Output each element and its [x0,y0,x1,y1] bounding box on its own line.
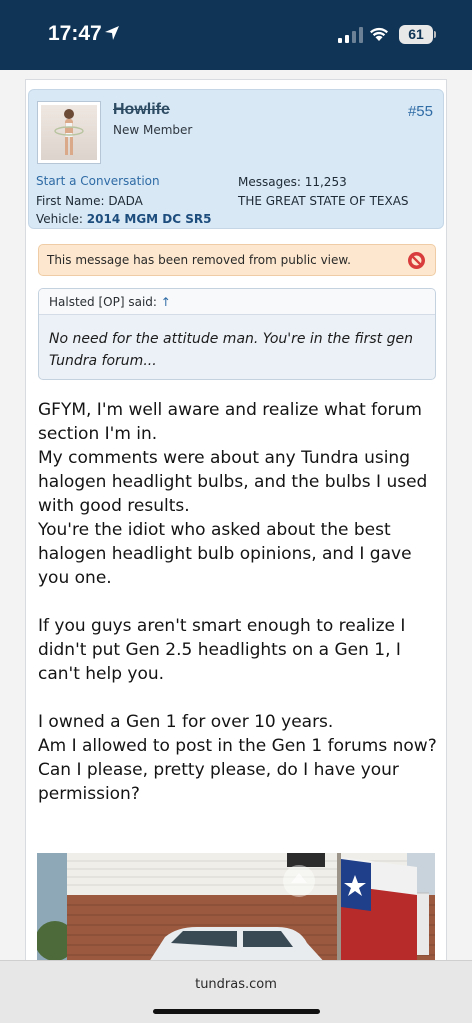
message-body: GFYM, I'm well aware and realize what fo… [38,398,438,806]
quote-text: No need for the attitude man. You're in … [49,331,413,369]
removed-message-notice: This message has been removed from publi… [38,244,436,276]
first-name-label: First Name: [36,194,105,208]
battery-icon: 61 [399,25,433,44]
location-arrow-icon [105,26,119,40]
status-time: 17:47 [48,22,102,45]
messages-value: 11,253 [304,175,347,189]
message-line: My comments were about any Tundra using … [38,448,428,516]
cellular-signal-icon [338,27,363,43]
message-line: You're the idiot who asked about the bes… [38,520,412,588]
url-bar[interactable]: tundras.com [0,977,472,992]
message-line: If you guys aren't smart enough to reali… [38,616,406,684]
user-info-panel: Howlife New Member #55 Start a Conversat… [28,89,444,229]
battery-nub [434,31,436,38]
start-conversation-link[interactable]: Start a Conversation [36,174,160,188]
user-vehicle: Vehicle: 2014 MGM DC SR5 [36,212,211,226]
prohibited-icon[interactable] [407,251,426,270]
home-indicator[interactable] [153,1009,320,1014]
username[interactable]: Howlife [113,101,170,119]
removed-notice-text: This message has been removed from publi… [47,253,351,267]
messages-count: Messages: 11,253 [238,175,347,189]
status-bar: 17:47 61 [0,0,472,70]
vehicle-value: 2014 MGM DC SR5 [86,212,212,226]
avatar-photo [41,105,97,160]
post-number-link[interactable]: #55 [408,103,433,120]
attachment-photo [37,853,435,965]
attachment-image[interactable] [37,853,435,965]
wifi-icon [370,27,388,41]
browser-bottom-bar: tundras.com [0,960,472,1023]
user-title: New Member [113,123,193,137]
first-name: First Name: DADA [36,194,143,208]
message-line: GFYM, I'm well aware and realize what fo… [38,400,422,444]
quote-author: Halsted [OP] said: [49,295,157,309]
quote-block: Halsted [OP] said: ↑ No need for the att… [38,288,436,380]
quote-header: Halsted [OP] said: ↑ [39,289,435,315]
message-line: Am I allowed to post in the Gen 1 forums… [38,736,437,756]
first-name-value: DADA [108,194,143,208]
avatar[interactable] [37,101,101,164]
forum-post: Howlife New Member #55 Start a Conversat… [25,79,447,1023]
user-location: THE GREAT STATE OF TEXAS [238,194,409,208]
message-line: I owned a Gen 1 for over 10 years. [38,712,334,732]
message-line: Can I please, pretty please, do I have y… [38,760,399,804]
vehicle-label: Vehicle: [36,212,83,226]
messages-label: Messages: [238,175,301,189]
avatar-figure [54,109,84,155]
quote-jump-link[interactable]: ↑ [161,295,171,309]
